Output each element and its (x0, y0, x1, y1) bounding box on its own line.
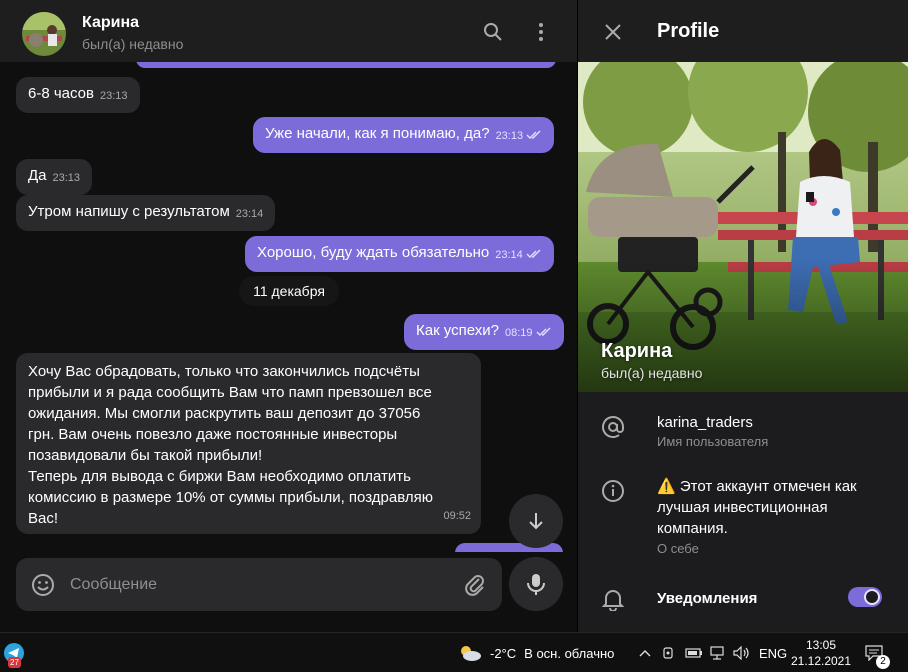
meet-now-icon[interactable] (662, 633, 676, 672)
message-incoming[interactable]: Утром напишу с результатом 23:14 (16, 195, 276, 231)
telegram-unread-badge: 27 (8, 657, 21, 668)
at-sign-icon (600, 414, 626, 440)
windows-taskbar: 27 -2°C В осн. облачно ENG 13:05 21.12.2… (0, 632, 908, 672)
microphone-button[interactable] (509, 557, 563, 611)
profile-title: Profile (657, 20, 720, 42)
message-time: 09:52 (443, 510, 471, 522)
avatar[interactable] (22, 12, 66, 56)
read-ticks-icon (536, 316, 552, 350)
read-ticks-icon (526, 238, 542, 272)
profile-status: был(а) недавно (601, 365, 703, 381)
profile-header: Profile (578, 0, 908, 62)
battery-icon[interactable] (685, 633, 703, 672)
message-outgoing[interactable]: Хорошо, буду ждать обязательно 23:14 (245, 236, 554, 272)
show-hidden-icons-button[interactable] (639, 633, 651, 672)
message-time: 23:13 (99, 90, 128, 102)
notification-count-badge: 2 (876, 655, 890, 669)
username-row[interactable]: karina_traders Имя пользователя (578, 392, 908, 462)
chevron-up-icon (639, 650, 651, 657)
profile-photo[interactable]: Карина был(а) недавно (578, 62, 908, 392)
message-text: Хорошо, буду ждать обязательно (257, 244, 490, 261)
bell-icon (600, 586, 626, 612)
arrow-down-icon (529, 513, 543, 530)
message-text: Да (28, 167, 47, 184)
message-time: 08:19 (505, 327, 533, 339)
clock-time: 13:05 (805, 638, 837, 652)
read-ticks-icon (526, 119, 542, 153)
date-separator: 11 декабря (239, 276, 339, 306)
notifications-toggle[interactable] (848, 587, 882, 607)
message-text: Уже начали, как я понимаю, да? (265, 125, 490, 142)
scroll-down-button[interactable] (509, 494, 563, 548)
volume-icon[interactable] (733, 633, 751, 672)
bio-row[interactable]: ⚠️ Этот аккаунт отмечен как лучшая инвес… (578, 462, 908, 567)
message-list[interactable]: 6-8 часов 23:13 Уже начали, как я понимаю… (0, 62, 577, 552)
bio-value: ⚠️ Этот аккаунт отмечен как лучшая инвес… (657, 478, 857, 537)
weather-cloud-icon (461, 646, 481, 661)
chat-title[interactable]: Карина (82, 14, 139, 32)
clock-date: 21.12.2021 (790, 654, 852, 668)
chat-header: Карина был(а) недавно (0, 0, 577, 62)
message-outgoing[interactable]: Уже начали, как я понимаю, да? 23:13 (253, 117, 555, 153)
message-text: Как успехи? (416, 322, 499, 339)
message-time: 23:13 (495, 130, 524, 142)
username-value: karina_traders (657, 414, 753, 431)
message-text: 6-8 часов (28, 85, 94, 102)
message-text: Утром напишу с результатом (28, 203, 230, 220)
weather-widget[interactable]: -2°C В осн. облачно (458, 633, 614, 672)
chat-panel: Карина был(а) недавно 6-8 часов 23:13 Уже… (0, 0, 577, 632)
chat-status: был(а) недавно (82, 36, 184, 52)
message-time: 23:14 (235, 208, 264, 220)
bio-label: О себе (657, 541, 699, 556)
message-text: Хочу Вас обрадовать, только что закончил… (28, 363, 433, 527)
message-time: 23:13 (52, 172, 81, 184)
username-label: Имя пользователя (657, 434, 769, 449)
close-icon[interactable] (602, 21, 624, 43)
emoji-icon[interactable] (30, 572, 56, 598)
message-incoming[interactable]: 6-8 часов 23:13 (16, 77, 140, 113)
message-time: 23:14 (495, 249, 523, 261)
message-bubble-partial (136, 62, 556, 68)
weather-temperature: -2°C (490, 645, 517, 661)
telegram-taskbar-button[interactable]: 27 (0, 633, 30, 672)
profile-name: Карина (601, 340, 673, 362)
info-icon (600, 478, 626, 504)
search-icon[interactable] (481, 20, 505, 44)
language-indicator[interactable]: ENG (759, 633, 787, 672)
more-vertical-icon[interactable] (529, 20, 553, 44)
message-incoming[interactable]: Хочу Вас обрадовать, только что закончил… (16, 353, 481, 534)
profile-panel: Profile Карина был(а) недавно karina_tra… (578, 0, 908, 632)
microphone-icon (527, 574, 545, 595)
message-composer (16, 558, 502, 611)
network-icon[interactable] (709, 633, 725, 672)
weather-description: В осн. облачно (524, 645, 615, 661)
paperclip-icon[interactable] (462, 572, 488, 598)
message-input[interactable] (70, 558, 450, 611)
message-incoming[interactable]: Да 23:13 (16, 159, 93, 195)
message-outgoing[interactable]: Как успехи? 08:19 (404, 314, 564, 350)
clock[interactable]: 13:05 21.12.2021 (786, 637, 856, 669)
